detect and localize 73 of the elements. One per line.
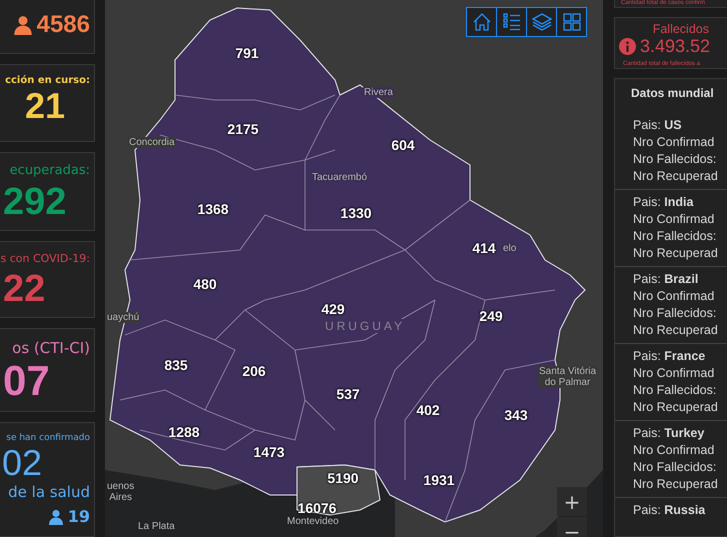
country-stat-line: Nro Recuperad — [633, 322, 719, 339]
stat-sublabel: de la salud — [8, 483, 90, 502]
person-icon — [12, 15, 33, 36]
stat-footer-value: 19 — [68, 507, 90, 526]
department-count: 206 — [242, 363, 266, 379]
country-stat-line: Nro Fallecidos: — [633, 305, 718, 322]
department-count: 5190 — [327, 470, 359, 486]
department-count: 1330 — [340, 205, 372, 221]
info-icon — [619, 38, 636, 55]
stat-label: ecuperadas: — [10, 162, 90, 178]
country-stat-line: Nro Recuperad — [633, 399, 719, 416]
place-label: uaychú — [106, 312, 140, 323]
country-heading: Pais: India — [633, 194, 694, 211]
department-count: 16076 — [298, 500, 336, 516]
zoom-in-button[interactable]: + — [557, 487, 587, 516]
department-count: 835 — [164, 357, 188, 373]
department-count: 1931 — [423, 472, 455, 488]
place-label: La Plata — [137, 521, 176, 532]
department-count: 1288 — [168, 424, 200, 440]
department-count: 429 — [321, 301, 345, 317]
country-stat-line: Nro Confirmad — [633, 288, 716, 305]
stat-value: 4586 — [36, 10, 90, 40]
department-count: 480 — [193, 276, 217, 292]
stat-label: se han confirmado — [6, 433, 90, 444]
place-label: elo — [502, 243, 518, 254]
place-label: Rivera — [363, 87, 394, 98]
department-count: 537 — [336, 386, 360, 402]
deaths-label: Fallecidos — [652, 22, 709, 36]
place-label: Tacuarembó — [311, 172, 368, 183]
stat-label: s con COVID-19: — [0, 252, 90, 265]
country-stat-line: Nro Fallecidos: — [633, 228, 718, 245]
home-icon[interactable] — [467, 8, 496, 36]
list-icon[interactable] — [496, 8, 526, 36]
country-heading: Pais: Russia — [633, 502, 706, 519]
country-heading: Pais: Brazil — [633, 271, 700, 288]
country-stat-line: Nro Recuperad — [633, 168, 719, 185]
country-stat-line: Nro Fallecidos: — [633, 151, 718, 168]
country-heading: Pais: France — [633, 348, 706, 365]
country-heading: Pais: US — [633, 117, 683, 134]
stat-value: 22 — [3, 266, 46, 312]
department-count: 249 — [479, 308, 503, 324]
country-stat-line: Nro Confirmad — [633, 134, 716, 151]
stat-value: 02 — [2, 443, 42, 484]
department-count: 402 — [416, 402, 440, 418]
country-stat-line: Nro Confirmad — [633, 442, 716, 459]
department-count: 1473 — [253, 444, 285, 460]
department-count: 1368 — [197, 201, 229, 217]
place-label: Santa Vitória do Palmar — [538, 366, 598, 388]
stat-label: os (CTI-CI) — [12, 339, 90, 358]
stat-value: 07 — [3, 357, 50, 406]
department-count: 343 — [504, 407, 528, 423]
country-stat-line: Nro Recuperad — [633, 476, 719, 493]
place-label: Montevideo — [286, 516, 340, 527]
country-stat-line: Nro Confirmad — [633, 211, 716, 228]
person-icon — [48, 508, 64, 525]
stat-value: 292 — [3, 180, 66, 225]
panel-title: Datos mundial — [630, 85, 715, 102]
deaths-value: 3.493.52 — [640, 36, 710, 57]
country-stat-line: Nro Fallecidos: — [633, 382, 718, 399]
country-heading: Pais: Turkey — [633, 425, 706, 442]
zoom-out-button[interactable]: − — [557, 517, 587, 537]
department-count: 604 — [391, 137, 415, 153]
department-count: 791 — [235, 45, 259, 61]
layers-icon[interactable] — [526, 8, 556, 36]
department-count: 2175 — [227, 121, 259, 137]
stat-label: cción en curso: — [5, 75, 90, 86]
place-label: Concordia — [128, 137, 176, 148]
place-label: uenos Aires — [106, 481, 136, 503]
country-stat-line: Nro Fallecidos: — [633, 459, 718, 476]
stat-value: 21 — [24, 86, 66, 126]
department-count: 414 — [472, 240, 496, 256]
country-stat-line: Nro Confirmad — [633, 365, 716, 382]
country-stat-line: Nro Recuperad — [633, 245, 719, 262]
